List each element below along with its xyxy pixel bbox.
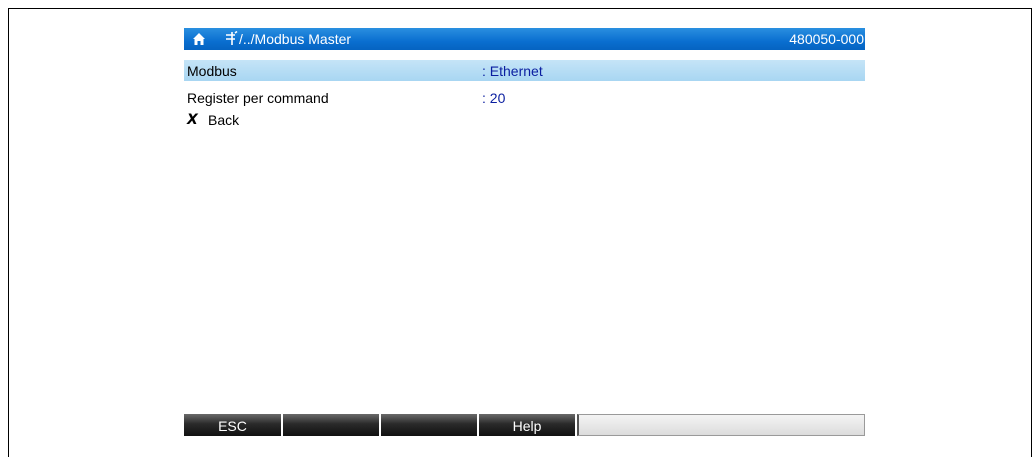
- softkey-esc[interactable]: ESC: [184, 414, 283, 436]
- home-icon[interactable]: [192, 32, 206, 46]
- menu-item-value: : 20: [482, 90, 506, 106]
- softkey-2[interactable]: [283, 414, 381, 436]
- device-id: 480050-000: [789, 31, 864, 47]
- menu-item-label: Modbus: [187, 63, 237, 79]
- menu-item-label: Register per command: [187, 90, 329, 106]
- softkey-3[interactable]: [381, 414, 479, 436]
- softkey-bar: ESC Help: [184, 414, 865, 436]
- title-bar: /../Modbus Master 480050-000: [184, 28, 865, 50]
- menu-item-modbus[interactable]: Modbus : Ethernet: [184, 60, 865, 81]
- breadcrumb-path: /../Modbus Master: [239, 31, 352, 47]
- menu-item-value: : Ethernet: [482, 63, 543, 79]
- menu-item-back[interactable]: X Back: [184, 109, 865, 130]
- softkey-help[interactable]: Help: [479, 414, 577, 436]
- menu-item-register-per-command[interactable]: Register per command : 20: [184, 87, 865, 108]
- back-x-icon: X: [187, 112, 198, 128]
- softkey-status-area: [577, 414, 865, 436]
- device-screen: /../Modbus Master 480050-000 Modbus : Et…: [184, 28, 865, 438]
- back-label: Back: [208, 112, 240, 128]
